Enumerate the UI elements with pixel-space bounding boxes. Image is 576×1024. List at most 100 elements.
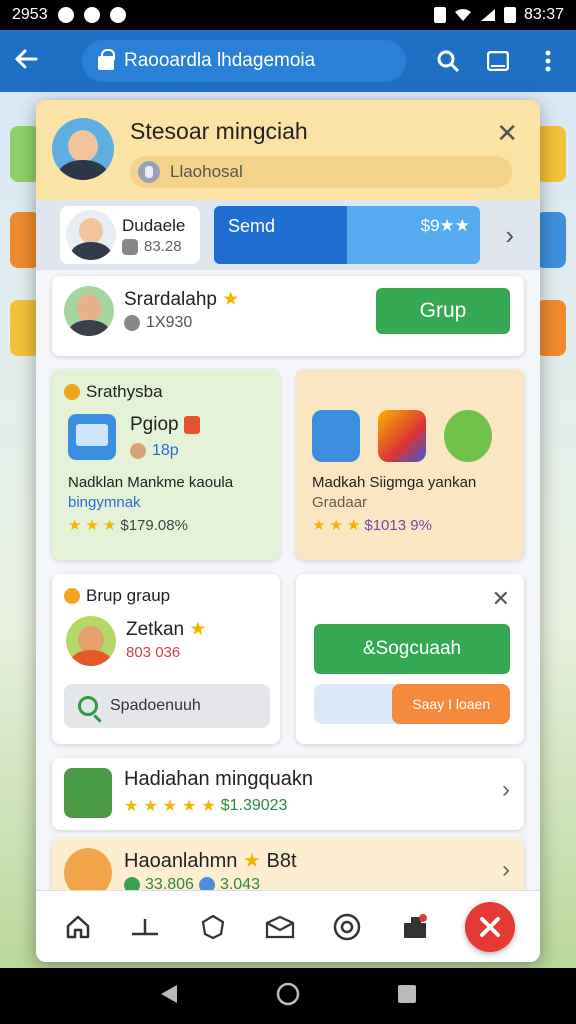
avatar-face	[77, 294, 101, 322]
close-icon[interactable]: ✕	[496, 118, 518, 149]
star-icon: ★	[182, 798, 197, 815]
list-item-title: Haoanlahmn ★ B8t	[124, 848, 297, 873]
background-tile	[536, 300, 566, 356]
promo-desc: Nadklan Mankme kaoula	[68, 474, 234, 491]
avatar	[52, 118, 114, 180]
search-icon[interactable]	[434, 47, 462, 75]
system-nav-bar	[0, 968, 576, 1024]
cube-icon	[378, 410, 426, 462]
action-fab[interactable]	[465, 901, 516, 952]
star-icon: ★	[346, 517, 361, 534]
star-icon: ★	[242, 850, 261, 872]
list-item[interactable]: Hadiahan mingquakn ★ ★ ★ ★ ★ $1.39023 ›	[52, 758, 524, 830]
back-arrow-icon[interactable]	[14, 46, 48, 76]
avatar	[64, 286, 114, 336]
wifi-icon	[454, 9, 471, 21]
notification-icon	[83, 7, 100, 23]
analytics-icon[interactable]	[128, 910, 162, 944]
nav-back-icon[interactable]	[159, 983, 179, 1010]
profile-name-text: Srardalahp	[124, 289, 217, 310]
action-button[interactable]: &Sogcuaah	[314, 624, 510, 674]
close-icon[interactable]: ✕	[492, 586, 510, 612]
card-tag: Srathysba	[64, 382, 163, 402]
user-meta-value: 83.28	[144, 238, 182, 255]
list-item-meta: ★ ★ ★ ★ ★ $1.39023	[124, 796, 287, 816]
progress-label: Semd	[228, 216, 276, 236]
avatar-body	[71, 650, 111, 666]
promo-card-left[interactable]: Srathysba Pgiop 18p Nadklan Mankme kaoul…	[52, 370, 280, 560]
app-bar: Raooardla lhdagemoia	[0, 30, 576, 92]
profile-name: Srardalahp ★	[124, 288, 239, 311]
user-strip: Dudaele 83.28 Semd $9★★ ›	[36, 200, 540, 270]
star-icon: ★	[329, 517, 343, 534]
search-placeholder: Llaohosal	[170, 162, 243, 181]
signal-icon	[480, 9, 495, 21]
profile-meta-value: 1X930	[146, 314, 193, 331]
user-name: Dudaele	[122, 216, 186, 235]
user-meta: 83.28	[122, 238, 182, 255]
progress-bar[interactable]: Semd $9★★	[214, 206, 480, 264]
lock-icon	[98, 49, 115, 70]
group-meta: 803 036	[126, 644, 181, 661]
home-icon[interactable]	[61, 910, 95, 944]
status-clock: 83:37	[523, 6, 564, 23]
card-tag-text: Srathysba	[86, 382, 163, 401]
sim-icon	[433, 7, 446, 23]
promo-meta: 18p	[130, 442, 179, 460]
card-tag: Brup graup	[64, 586, 170, 606]
star-icon: ★	[85, 517, 99, 534]
group-button[interactable]: Grup	[376, 288, 510, 334]
group-search-label: Spadoenuuh	[110, 697, 201, 714]
search-icon	[78, 696, 98, 716]
modal-title: Stesoar mingciah	[130, 118, 308, 144]
star-icon: ★	[102, 517, 117, 534]
promo-desc: Madkah Siigmga yankan	[312, 474, 477, 491]
promo-subdesc: Gradaar	[312, 494, 368, 511]
avatar-body	[69, 320, 109, 336]
modal-dialog: Stesoar mingciah ✕ Llaohosal Dudaele 83.…	[36, 100, 540, 962]
promo-card-right[interactable]: Madkah Siigmga yankan Gradaar ★ ★ ★ $101…	[296, 370, 524, 560]
list-item-title-text: Haoanlahmn	[124, 850, 238, 872]
globe-icon[interactable]	[330, 910, 364, 944]
rating: ★ ★ ★ $1013 9%	[312, 516, 432, 535]
avatar-body	[58, 160, 108, 180]
avatar-icon	[130, 443, 146, 459]
progress-amount: $9★★	[420, 216, 470, 235]
star-icon: ★	[222, 289, 240, 310]
group-card: Brup graup Zetkan ★ 803 036 Spadoenuuh	[52, 574, 280, 744]
status-bar: 2953 83:37	[0, 0, 576, 30]
leaf-icon	[444, 410, 492, 462]
avatar-body	[71, 242, 111, 260]
star-icon: ★	[312, 517, 326, 534]
shield-icon[interactable]	[196, 910, 230, 944]
group-search-button[interactable]: Spadoenuuh	[64, 684, 270, 728]
list-item-badge: B8t	[266, 850, 297, 872]
window-icon	[68, 414, 116, 460]
star-icon: ★	[68, 517, 82, 534]
slider-fill[interactable]: Saay I loaen	[392, 684, 510, 724]
bookmark-icon[interactable]	[484, 47, 512, 75]
star-icon: ★	[189, 619, 207, 640]
avatar-face	[68, 130, 98, 162]
slider-track[interactable]: Saay I loaen	[314, 684, 510, 724]
notification-icon	[109, 7, 126, 23]
coin-icon	[64, 588, 80, 604]
url-bar[interactable]: Raooardla lhdagemoia	[82, 40, 406, 82]
mail-icon[interactable]	[263, 910, 297, 944]
easel-icon	[64, 768, 112, 818]
chevron-right-icon[interactable]: ›	[505, 220, 514, 251]
user-card[interactable]: Dudaele 83.28	[60, 206, 200, 264]
nav-recents-icon[interactable]	[397, 984, 417, 1009]
more-vert-icon[interactable]	[534, 47, 562, 75]
avatar	[66, 616, 116, 666]
puzzle-icon[interactable]	[398, 910, 432, 944]
profile-meta: 1X930	[124, 314, 192, 332]
bolt-icon	[480, 916, 501, 937]
status-time: 2953	[12, 6, 48, 23]
modal-search-field[interactable]: Llaohosal	[130, 156, 512, 188]
bottom-tab-bar	[36, 890, 540, 962]
nav-home-icon[interactable]	[276, 982, 300, 1011]
badge-icon	[183, 415, 200, 434]
promo-title: Pgiop	[130, 414, 200, 436]
promo-title-text: Pgiop	[130, 414, 179, 435]
